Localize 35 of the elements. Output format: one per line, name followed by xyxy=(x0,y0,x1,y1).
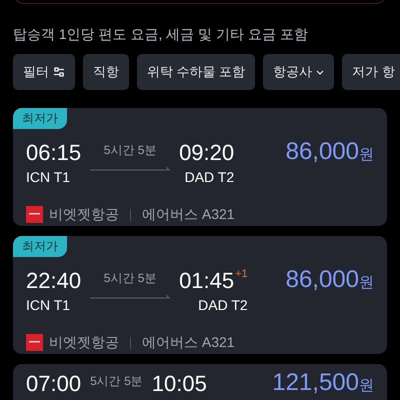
aircraft-type: 에어버스 A321 xyxy=(142,333,235,352)
arrival-time: 09:20 xyxy=(179,140,234,166)
flight-duration: 5시간 5분 xyxy=(104,142,156,159)
departure-time: 06:15 xyxy=(26,140,82,166)
departure-time: 07:00 xyxy=(26,371,82,397)
airline-name: 비엣젯항공 xyxy=(49,205,119,224)
arrival-airport: DAD T2 xyxy=(198,296,248,315)
arrival-time: 01:45 xyxy=(179,268,234,294)
price-text: 86,000원 xyxy=(286,140,374,164)
filter-chip[interactable]: 위탁 수하물 포함 xyxy=(137,54,256,90)
sliders-icon xyxy=(53,67,65,77)
airline-logo-icon xyxy=(26,334,43,351)
filter-chip[interactable]: 직항 xyxy=(83,54,129,90)
arrival-airport: DAD T2 xyxy=(184,168,234,187)
badge: 최저가 xyxy=(13,108,67,129)
badge: 최저가 xyxy=(13,236,67,257)
aircraft-type: 에어버스 A321 xyxy=(142,205,235,224)
caption-text: 탑승객 1인당 편도 요금, 세금 및 기타 요금 포함 xyxy=(12,25,309,44)
departure-airport: ICN T1 xyxy=(26,296,72,315)
flight-duration: 5시간 5분 xyxy=(90,373,143,390)
departure-airport: ICN T1 xyxy=(26,168,72,187)
day-offset: +1 xyxy=(235,268,248,280)
filter-chip[interactable]: 저가 항 xyxy=(342,54,400,90)
flight-card[interactable]: 07:00 5시간 5분 10:05 121,500원 xyxy=(13,364,387,400)
chevron-down-icon xyxy=(316,70,324,74)
price-text: 121,500원 xyxy=(272,371,374,395)
flight-duration: 5시간 5분 xyxy=(104,270,156,287)
filter-chip[interactable]: 필터 xyxy=(13,54,75,90)
airline-logo-icon xyxy=(26,206,43,223)
departure-time: 22:40 xyxy=(26,268,82,294)
price-text: 86,000원 xyxy=(286,268,374,292)
flight-card[interactable]: 최저가 06:15 ICN T1 5시간 5분 09:20 DAD T2 86,000원 비엣젯항공 에어버스 A321 xyxy=(13,108,387,226)
airline-name: 비엣젯항공 xyxy=(49,333,119,352)
arrival-time: 10:05 xyxy=(152,371,207,397)
filter-chip[interactable]: 항공사 xyxy=(263,54,334,90)
